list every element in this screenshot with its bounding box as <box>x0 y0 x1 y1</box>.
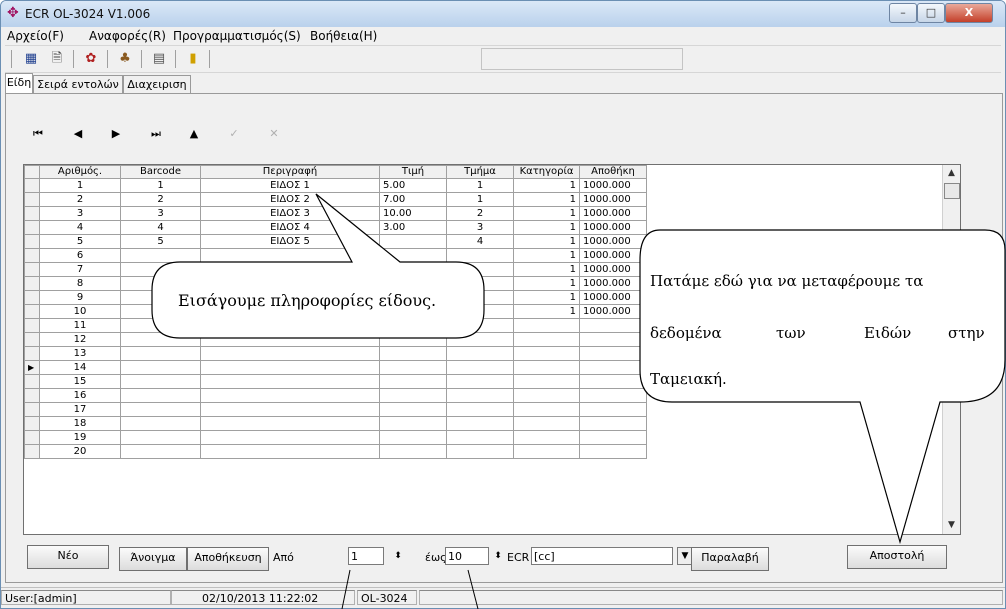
right-callout-line2a: δεδομένα <box>650 324 722 342</box>
right-callout-line1: Πατάμε εδώ για να μεταφέρουμε τα <box>650 272 924 290</box>
annotation-overlay <box>151 193 1006 609</box>
right-callout-line3: Ταμειακή. <box>650 370 727 388</box>
pointer-line-to <box>467 569 479 609</box>
right-callout-line2b: των <box>776 324 806 342</box>
left-callout-shape <box>151 193 485 339</box>
right-callout-line2c: Ειδών <box>864 324 912 342</box>
right-callout-line2d: στην <box>948 324 985 342</box>
pointer-line-from <box>341 569 351 609</box>
left-callout-text: Εισάγουμε πληροφορίες είδους. <box>178 291 437 310</box>
